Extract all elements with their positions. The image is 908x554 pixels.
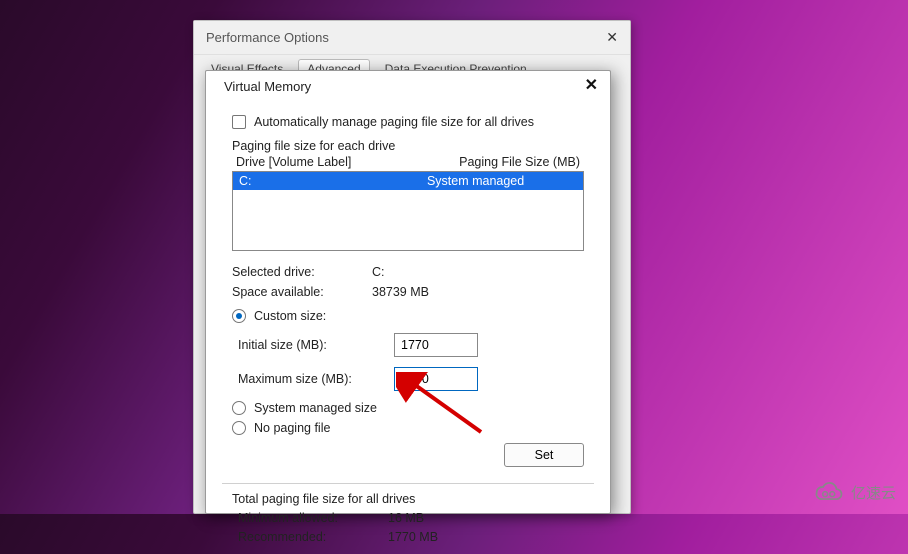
recommended-label: Recommended: (238, 530, 388, 544)
radio-no-paging[interactable] (232, 421, 246, 435)
perf-title: Performance Options (206, 30, 329, 45)
auto-manage-checkbox[interactable] (232, 115, 246, 129)
paging-group-label: Paging file size for each drive (232, 139, 584, 153)
maximum-size-input[interactable] (394, 367, 478, 391)
header-size: Paging File Size (MB) (459, 155, 580, 169)
radio-custom-size[interactable] (232, 309, 246, 323)
initial-size-input[interactable] (394, 333, 478, 357)
vm-close-icon[interactable]: ✕ (585, 78, 598, 94)
space-available-label: Space available: (232, 285, 372, 299)
cloud-icon (811, 480, 845, 504)
space-available-value: 38739 MB (372, 285, 429, 299)
header-drive: Drive [Volume Label] (236, 155, 351, 169)
min-allowed-value: 16 MB (388, 511, 424, 525)
virtual-memory-dialog: Virtual Memory ✕ Automatically manage pa… (205, 70, 611, 514)
perf-titlebar: Performance Options ✕ (194, 21, 630, 55)
vm-title: Virtual Memory (224, 79, 311, 94)
radio-system-label: System managed size (254, 401, 377, 415)
radio-custom-label: Custom size: (254, 309, 326, 323)
radio-system-managed[interactable] (232, 401, 246, 415)
perf-close-icon[interactable]: ✕ (606, 29, 618, 46)
vm-titlebar: Virtual Memory ✕ (206, 71, 610, 101)
min-allowed-label: Minimum allowed: (238, 511, 388, 525)
drive-list-header: Drive [Volume Label] Paging File Size (M… (232, 155, 584, 171)
drive-status: System managed (374, 174, 577, 188)
drive-name: C: (239, 174, 374, 188)
auto-manage-label: Automatically manage paging file size fo… (254, 115, 534, 129)
set-button[interactable]: Set (504, 443, 584, 467)
drive-row[interactable]: C: System managed (233, 172, 583, 190)
radio-none-label: No paging file (254, 421, 330, 435)
initial-size-label: Initial size (MB): (238, 338, 394, 352)
totals-label: Total paging file size for all drives (232, 492, 584, 506)
recommended-value: 1770 MB (388, 530, 438, 544)
watermark-text: 亿速云 (851, 482, 896, 503)
maximum-size-label: Maximum size (MB): (238, 372, 394, 386)
drive-list[interactable]: C: System managed (232, 171, 584, 251)
selected-drive-label: Selected drive: (232, 265, 372, 279)
selected-drive-value: C: (372, 265, 385, 279)
watermark: 亿速云 (811, 480, 896, 504)
